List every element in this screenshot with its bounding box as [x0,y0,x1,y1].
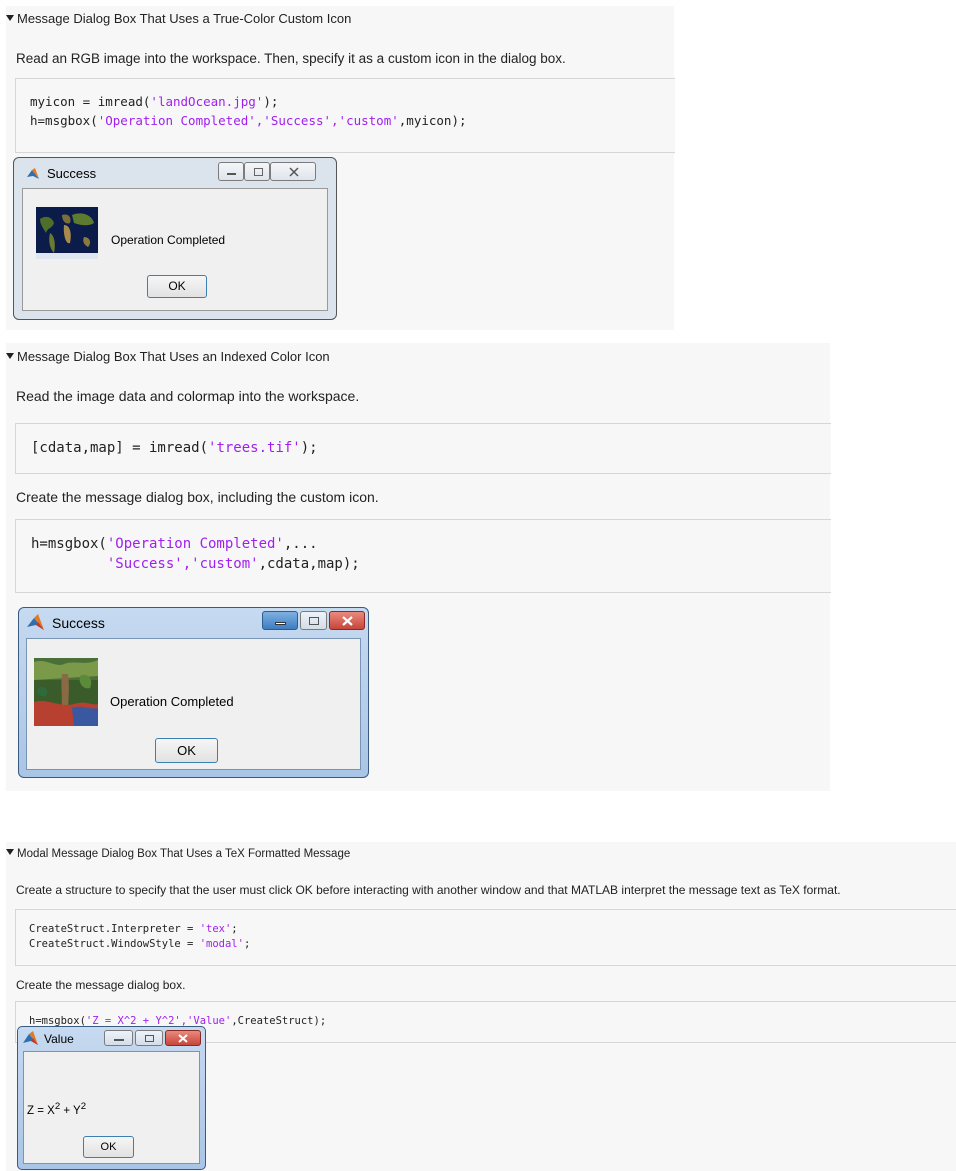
dialog-message: Operation Completed [110,694,234,709]
expand-triangle-icon[interactable] [6,353,14,359]
maximize-icon [254,168,263,176]
success-dialog: Success Operation Completed OK [13,157,337,320]
close-icon [178,1034,188,1043]
maximize-button[interactable] [135,1030,163,1046]
dialog-message: Z = X2 + Y2 [27,1101,87,1117]
close-button[interactable] [270,162,316,181]
maximize-icon [145,1035,154,1042]
matlab-logo-icon [27,168,39,179]
matlab-logo-icon [23,1031,38,1045]
code-block: myicon = imread('landOcean.jpg'); h=msgb… [15,78,675,153]
ok-button[interactable]: OK [83,1136,134,1158]
maximize-button[interactable] [300,611,327,630]
maximize-button[interactable] [244,162,270,181]
code-line: CreateStruct.WindowStyle = 'modal'; [29,938,251,950]
minimize-button[interactable] [218,162,244,181]
intro-text: Read an RGB image into the workspace. Th… [16,51,566,66]
close-button[interactable] [329,611,365,630]
expand-triangle-icon[interactable] [6,15,14,21]
close-icon [289,167,299,177]
minimize-icon [227,173,236,175]
intro-text: Read the image data and colormap into th… [16,388,360,404]
dialog-client-area: Operation Completed OK [22,188,328,311]
minimize-icon [114,1039,124,1041]
dialog-title: Success [52,615,105,631]
maximize-icon [309,617,319,625]
code-line: h=msgbox('Operation Completed',... [31,536,318,552]
dialog-title: Value [44,1032,74,1046]
trees-image-icon [34,658,98,726]
intro-text-2: Create the message dialog box, including… [16,489,379,505]
success-dialog: Success Operation Completed OK [18,607,369,778]
code-line: [cdata,map] = imread('trees.tif'); [31,440,318,456]
minimize-icon [275,622,286,625]
expand-triangle-icon[interactable] [6,849,14,855]
value-dialog: Value Z = X2 + Y2 OK [17,1026,206,1170]
intro-text: Create a structure to specify that the u… [16,883,841,897]
close-button[interactable] [165,1030,201,1046]
code-line: 'Success','custom',cdata,map); [106,556,360,572]
matlab-logo-icon [27,614,44,630]
dialog-message: Operation Completed [111,233,226,247]
code-line: CreateStruct.Interpreter = 'tex'; [29,923,238,935]
code-block: [cdata,map] = imread('trees.tif'); [15,423,831,474]
code-line: h=msgbox('Operation Completed','Success'… [30,113,467,128]
section-heading[interactable]: Message Dialog Box That Uses a True-Colo… [6,11,351,26]
section-heading[interactable]: Modal Message Dialog Box That Uses a TeX… [6,848,350,860]
minimize-button[interactable] [262,611,298,630]
dialog-titlebar[interactable]: Value [18,1027,205,1051]
ok-button[interactable]: OK [147,275,207,298]
code-block: h=msgbox('Operation Completed',... 'Succ… [15,519,831,593]
intro-text-2: Create the message dialog box. [16,978,186,992]
dialog-client-area: Operation Completed OK [26,638,361,770]
dialog-titlebar[interactable]: Success [14,158,336,188]
dialog-title: Success [47,166,97,181]
dialog-client-area: Z = X2 + Y2 OK [23,1051,200,1164]
code-line: myicon = imread('landOcean.jpg'); [30,94,279,109]
dialog-titlebar[interactable]: Success [19,608,368,638]
code-block: CreateStruct.Interpreter = 'tex'; Create… [15,909,956,966]
ok-button[interactable]: OK [155,738,218,763]
minimize-button[interactable] [104,1030,133,1046]
close-icon [342,616,353,626]
section-heading[interactable]: Message Dialog Box That Uses an Indexed … [6,349,330,364]
world-map-icon [36,207,98,259]
